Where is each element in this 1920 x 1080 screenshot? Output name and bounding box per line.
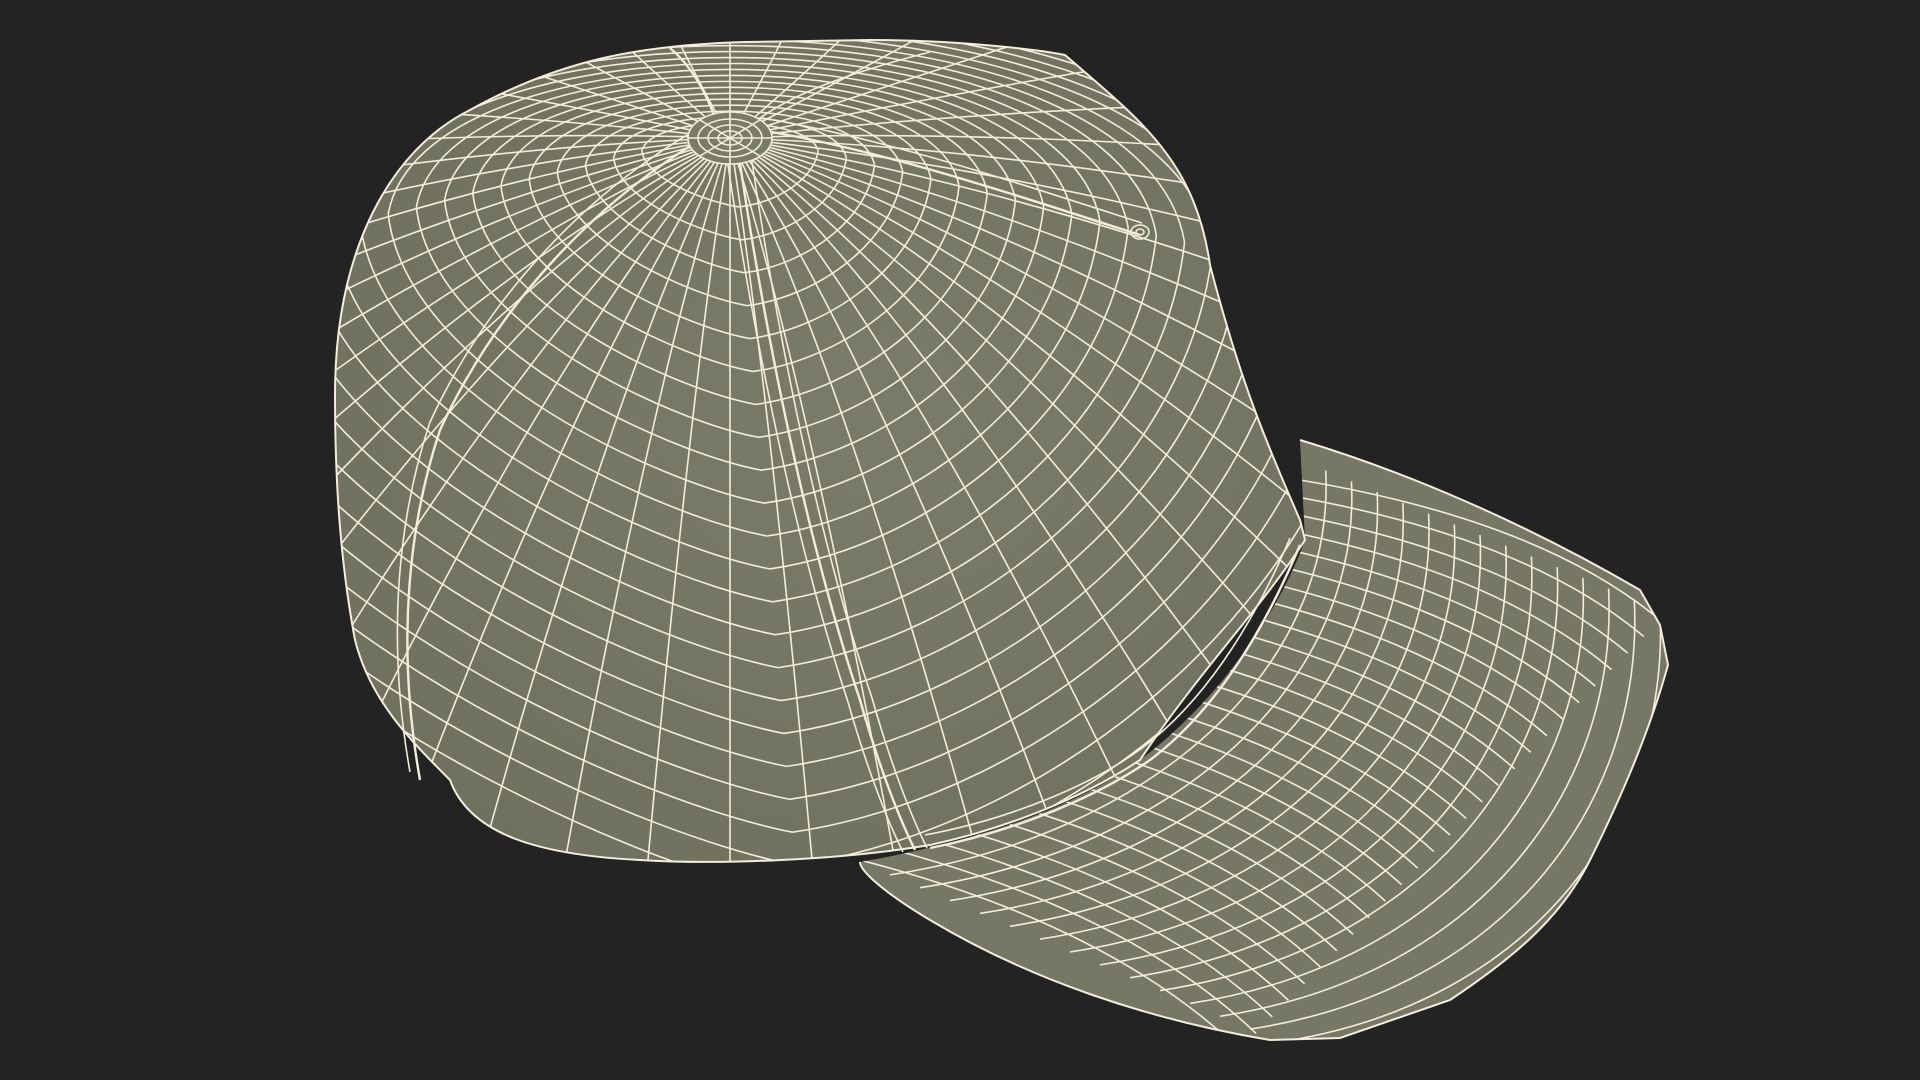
wireframe-render (0, 0, 1920, 1080)
render-viewport (0, 0, 1920, 1080)
top-button (687, 111, 773, 165)
